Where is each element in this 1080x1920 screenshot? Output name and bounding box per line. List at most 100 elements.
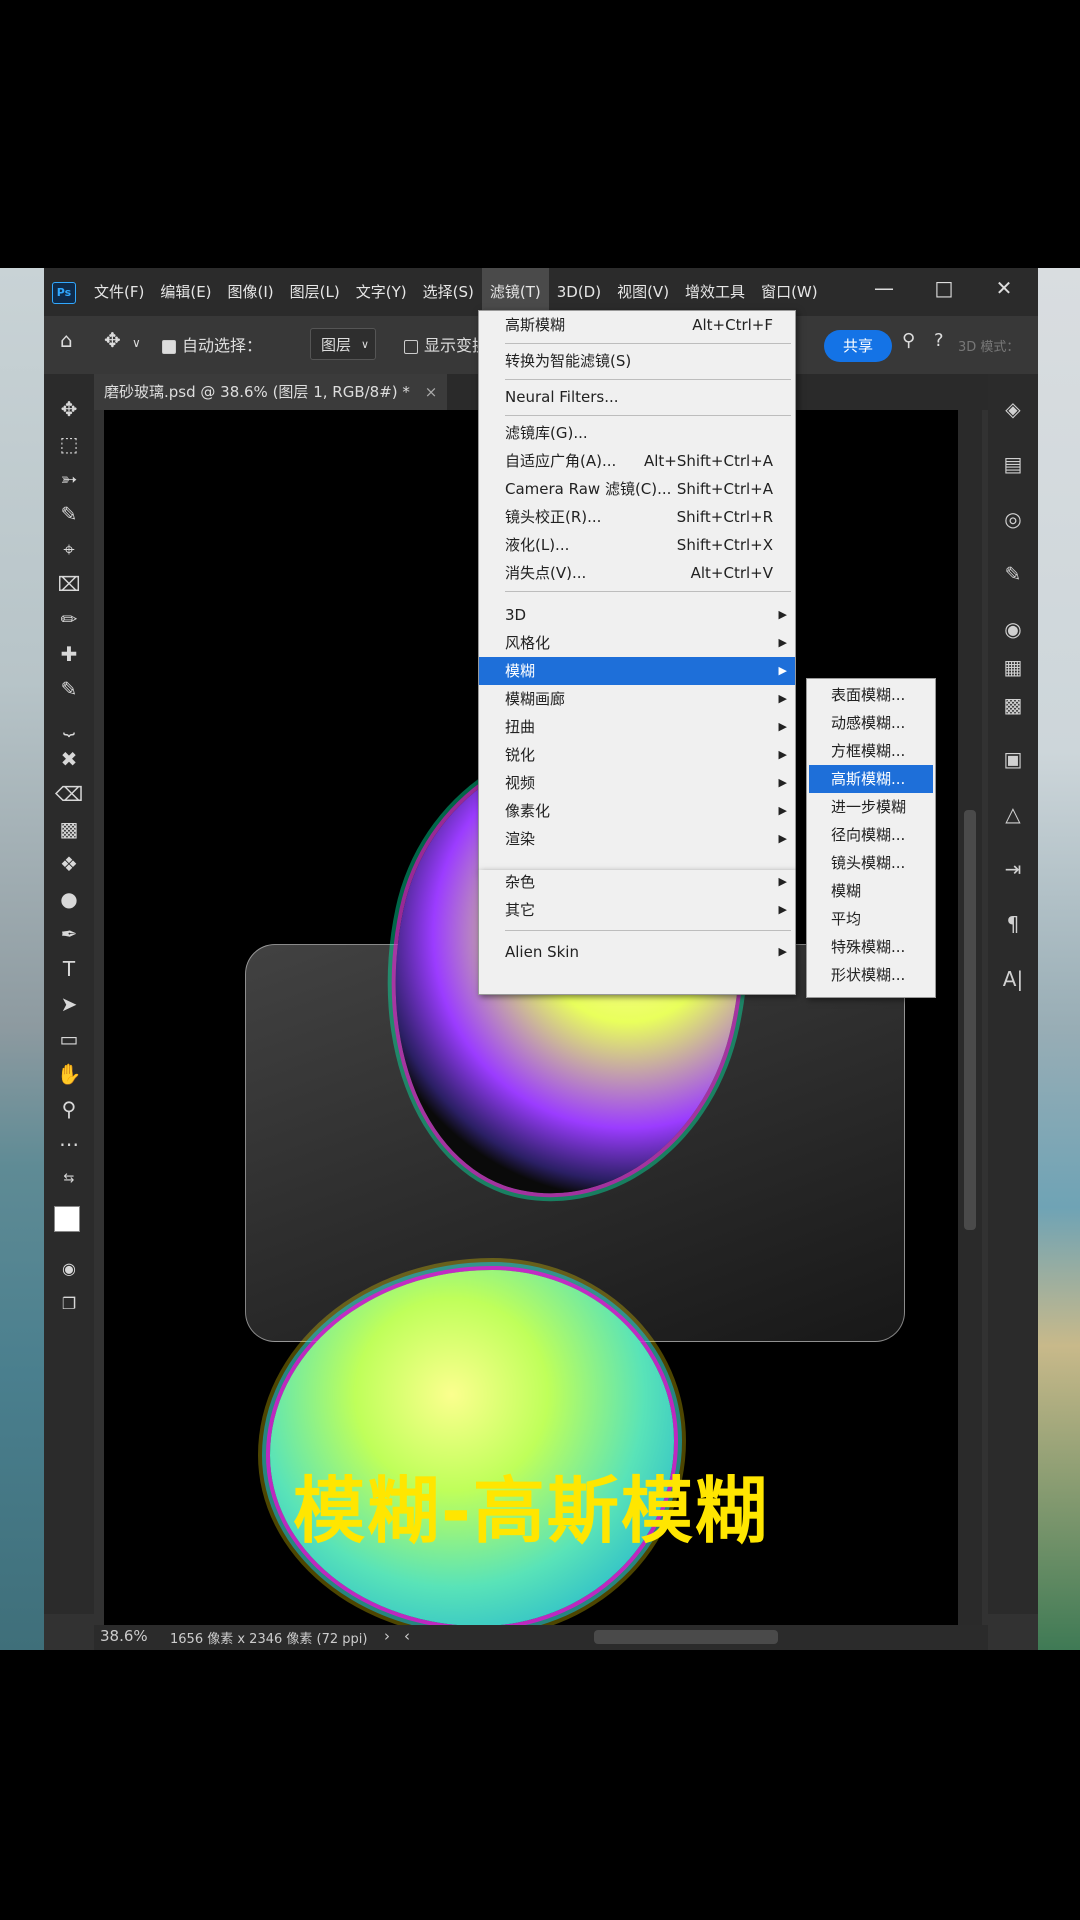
eraser-tool-icon[interactable]: ⌫ bbox=[49, 779, 89, 809]
document-tab[interactable]: 磨砂玻璃.psd @ 38.6% (图层 1, RGB/8#) * × bbox=[94, 374, 448, 410]
auto-select-option[interactable]: 自动选择： bbox=[162, 332, 262, 356]
chevron-right-icon[interactable]: › bbox=[384, 1627, 390, 1645]
filter-menu-item[interactable]: 视频 ▶ bbox=[479, 769, 795, 797]
menu-image[interactable]: 图像(I) bbox=[220, 268, 282, 316]
marquee-tool-icon[interactable]: ⬚ bbox=[49, 429, 89, 459]
quick-select-tool-icon[interactable]: ✎ bbox=[49, 499, 89, 529]
hand-tool-icon[interactable]: ✋ bbox=[49, 1059, 89, 1089]
blur-submenu-item[interactable]: 特殊模糊... bbox=[809, 933, 933, 961]
zoom-tool-icon[interactable]: ⚲ bbox=[49, 1094, 89, 1124]
library-icon[interactable]: ▤ bbox=[994, 449, 1032, 479]
filter-menu-item[interactable]: 像素化 ▶ bbox=[479, 797, 795, 825]
filter-menu-item[interactable]: 3D ▶ bbox=[479, 601, 795, 629]
menu-edit[interactable]: 编辑(E) bbox=[152, 268, 219, 316]
menu-plugins[interactable]: 增效工具 bbox=[677, 268, 753, 316]
close-icon[interactable]: × bbox=[425, 383, 438, 401]
horizontal-scroll-thumb[interactable] bbox=[594, 1630, 778, 1644]
blur-submenu-item[interactable]: 形状模糊... bbox=[809, 961, 933, 989]
blur-submenu-item[interactable]: 模糊 bbox=[809, 877, 933, 905]
move-tool-icon[interactable]: ✥ bbox=[49, 394, 89, 424]
blur-submenu-item[interactable]: 平均 bbox=[809, 905, 933, 933]
blur-submenu-item[interactable]: 径向模糊... bbox=[809, 821, 933, 849]
path-select-tool-icon[interactable]: ➤ bbox=[49, 989, 89, 1019]
gradient-tool-icon[interactable]: ▩ bbox=[49, 814, 89, 844]
vertical-scrollbar[interactable] bbox=[958, 410, 982, 1625]
type-tool-icon[interactable]: T bbox=[49, 954, 89, 984]
lasso-tool-icon[interactable]: ➳ bbox=[49, 464, 89, 494]
channels-icon[interactable]: ◎ bbox=[994, 504, 1032, 534]
vertical-scroll-thumb[interactable] bbox=[964, 810, 976, 1230]
menu-window[interactable]: 窗口(W) bbox=[753, 268, 826, 316]
menu-layer[interactable]: 图层(L) bbox=[282, 268, 348, 316]
history-icon[interactable]: ⇥ bbox=[994, 854, 1032, 884]
auto-select-checkbox[interactable] bbox=[162, 339, 176, 354]
search-icon[interactable]: ⚲ bbox=[902, 330, 915, 351]
share-button[interactable]: 共享 bbox=[824, 330, 892, 362]
history-brush-tool-icon[interactable]: ✖ bbox=[49, 744, 89, 774]
crop-tool-icon[interactable]: ⌖ bbox=[49, 534, 89, 564]
filter-menu-item[interactable]: Camera Raw 滤镜(C)... Shift+Ctrl+A bbox=[479, 475, 795, 503]
brush-tool-icon[interactable]: ✎ bbox=[49, 674, 89, 704]
blur-submenu-item[interactable]: 镜头模糊... bbox=[809, 849, 933, 877]
blur-submenu-item[interactable]: 表面模糊... bbox=[809, 681, 933, 709]
filter-menu-item[interactable]: 镜头校正(R)... Shift+Ctrl+R bbox=[479, 503, 795, 531]
filter-menu-item[interactable]: 扭曲 ▶ bbox=[479, 713, 795, 741]
show-transform-checkbox[interactable] bbox=[404, 339, 418, 354]
blur-submenu-item[interactable]: 方框模糊... bbox=[809, 737, 933, 765]
menu-view[interactable]: 视图(V) bbox=[609, 268, 677, 316]
layer-select[interactable]: 图层 ∨ bbox=[310, 328, 376, 360]
eyedropper-tool-icon[interactable]: ✏ bbox=[49, 604, 89, 634]
filter-menu-item[interactable]: 风格化 ▶ bbox=[479, 629, 795, 657]
filter-menu-item[interactable]: 其它 ▶ bbox=[479, 896, 795, 924]
filter-menu-item[interactable]: 滤镜库(G)... bbox=[479, 419, 795, 447]
screen-mode-icon[interactable]: ❐ bbox=[49, 1289, 89, 1319]
blur-tool-icon[interactable]: ❖ bbox=[49, 849, 89, 879]
stamp-tool-icon[interactable]: ⏟ bbox=[49, 709, 89, 739]
filter-menu-item[interactable]: 消失点(V)... Alt+Ctrl+V bbox=[479, 559, 795, 587]
filter-menu-item[interactable]: 自适应广角(A)... Alt+Shift+Ctrl+A bbox=[479, 447, 795, 475]
show-transform-option[interactable]: 显示变换 bbox=[404, 332, 488, 356]
quick-mask-icon[interactable]: ◉ bbox=[49, 1254, 89, 1284]
rectangle-tool-icon[interactable]: ▭ bbox=[49, 1024, 89, 1054]
filter-menu-item[interactable]: 渲染 ▶ bbox=[479, 825, 795, 853]
properties-icon[interactable]: ▣ bbox=[994, 744, 1032, 774]
swatches-icon[interactable]: ▦ bbox=[994, 652, 1032, 682]
healing-brush-tool-icon[interactable]: ✚ bbox=[49, 639, 89, 669]
filter-menu-item[interactable]: 杂色 ▶ bbox=[479, 868, 795, 896]
filter-menu-item[interactable]: 模糊画廊 ▶ bbox=[479, 685, 795, 713]
more-tools-icon[interactable]: ⋯ bbox=[49, 1129, 89, 1159]
chevron-left-icon[interactable]: ‹ bbox=[404, 1627, 410, 1645]
move-tool-icon[interactable]: ✥ bbox=[104, 328, 121, 352]
blur-submenu-item[interactable]: 动感模糊... bbox=[809, 709, 933, 737]
home-icon[interactable]: ⌂ bbox=[60, 328, 73, 352]
filter-menu-item[interactable]: 转换为智能滤镜(S) bbox=[479, 347, 795, 375]
brush-settings-icon[interactable]: ✎ bbox=[994, 559, 1032, 589]
filter-menu-item[interactable]: 高斯模糊 Alt+Ctrl+F bbox=[479, 311, 795, 339]
maximize-icon[interactable]: □ bbox=[914, 268, 974, 308]
frame-tool-icon[interactable]: ⌧ bbox=[49, 569, 89, 599]
menu-file[interactable]: 文件(F) bbox=[86, 268, 152, 316]
menu-select[interactable]: 选择(S) bbox=[415, 268, 482, 316]
close-icon[interactable]: ✕ bbox=[974, 268, 1034, 308]
gradients-icon[interactable]: ▩ bbox=[994, 690, 1032, 720]
help-icon[interactable]: ? bbox=[934, 330, 944, 351]
paths-icon[interactable]: △ bbox=[994, 799, 1032, 829]
pen-tool-icon[interactable]: ✒ bbox=[49, 919, 89, 949]
dodge-tool-icon[interactable]: ● bbox=[49, 884, 89, 914]
foreground-color-swatch[interactable] bbox=[54, 1206, 80, 1232]
menu-3d[interactable]: 3D(D) bbox=[549, 268, 609, 316]
filter-menu-item[interactable]: Alien Skin ▶ bbox=[479, 938, 795, 966]
filter-menu-item[interactable]: 液化(L)... Shift+Ctrl+X bbox=[479, 531, 795, 559]
menu-filter[interactable]: 滤镜(T) bbox=[481, 268, 549, 316]
filter-menu-item[interactable]: 锐化 ▶ bbox=[479, 741, 795, 769]
filter-menu-item-blur[interactable]: 模糊 ▶ bbox=[479, 657, 795, 685]
swap-colors-icon[interactable]: ⇆ bbox=[49, 1164, 89, 1194]
minimize-icon[interactable]: — bbox=[854, 268, 914, 308]
filter-menu-item[interactable]: Neural Filters... bbox=[479, 383, 795, 411]
character-icon[interactable]: A| bbox=[994, 964, 1032, 994]
zoom-level[interactable]: 38.6% bbox=[100, 1627, 148, 1645]
color-palette-icon[interactable]: ◉ bbox=[994, 614, 1032, 644]
menu-type[interactable]: 文字(Y) bbox=[348, 268, 415, 316]
chevron-down-icon[interactable]: ∨ bbox=[132, 336, 141, 350]
layers-icon[interactable]: ◈ bbox=[994, 394, 1032, 424]
